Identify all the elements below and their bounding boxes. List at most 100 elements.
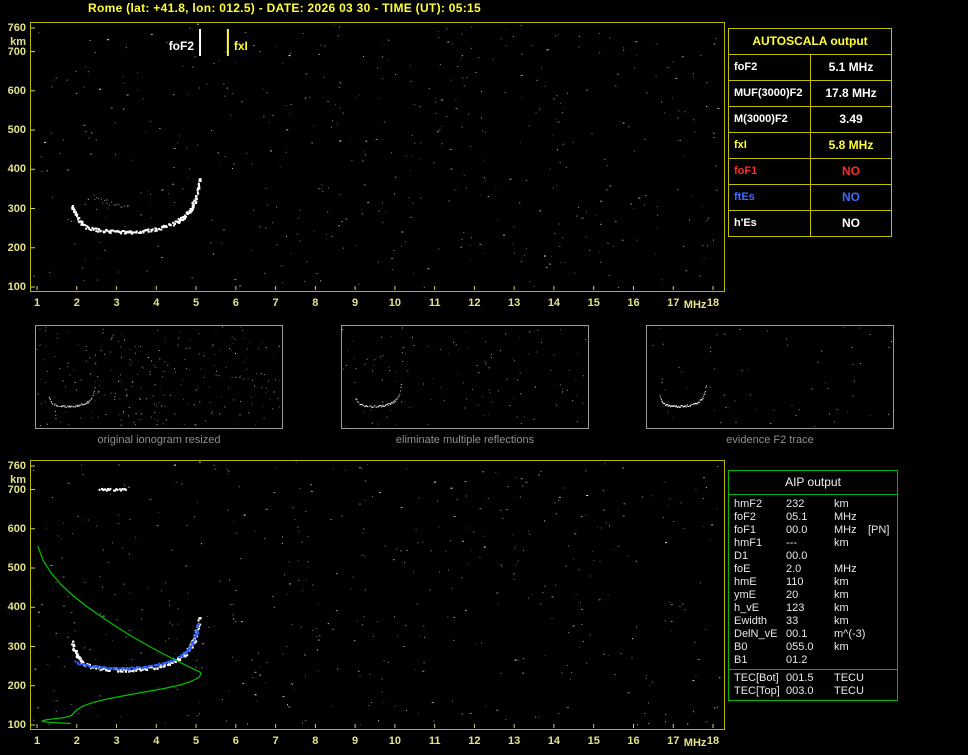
parameter-value: 003.0 [786,685,814,697]
parameter-unit: MHz [834,511,857,523]
autoscala-row: foF2 5.1 MHz [729,55,891,81]
axis-ticks [31,27,714,290]
parameter-label: hmF1 [734,537,763,549]
x-axis-tick-label: 13 [508,297,521,309]
parameter-label: TEC[Bot] [734,672,779,684]
x-axis-tick-label: 12 [468,297,481,309]
aip-row: D1 00.0 [729,550,897,563]
x-axis-tick-label: 6 [232,735,239,747]
autoscala-row: foF1 NO [729,159,891,185]
parameter-value: 00.0 [786,550,808,562]
thumbnail-f2-trace [355,383,402,408]
y-axis-tick-label: 500 [7,562,26,575]
electron-density-profile [37,545,202,724]
parameter-label: B0 [734,641,748,653]
parameter-label: TEC[Top] [734,685,780,697]
parameter-value: 001.5 [786,672,814,684]
thumbnail-caption-reflections: eliminate multiple reflections [395,434,535,446]
autoscala-output-table: AUTOSCALA output foF2 5.1 MHz MUF(3000)F2 1… [728,28,892,237]
x-axis-tick-label: 8 [312,735,319,747]
x-axis-tick-label: 15 [587,735,600,747]
aip-row: h_vE 123 km [729,602,897,615]
y-axis-tick-label: 100 [7,719,26,731]
thumbnail-evidence-f2-trace [646,325,894,429]
parameter-label: MUF(3000)F2 [729,81,811,106]
recorded-ionogram-plot: foF2 fxI [30,22,725,292]
noise-layer [31,461,721,726]
x-axis-tick-label: 9 [352,735,359,747]
autoscala-app-window: Rome (lat: +41.8, lon: 012.5) - DATE: 20… [0,0,968,755]
x-axis-tick-label: 16 [627,735,640,747]
parameter-value: 20 [786,589,799,601]
autoscala-table-title: AUTOSCALA output [729,29,891,55]
parameter-label: hmF2 [734,498,763,510]
station-date-time-title: Rome (lat: +41.8, lon: 012.5) - DATE: 20… [88,1,481,15]
faint-secondary-arc [93,194,129,208]
aip-tec-section: TEC[Bot] 001.5 TECU TEC[Top] 003.0 TECU [729,669,897,700]
thumbnail-f2-trace [48,387,96,408]
y-axis-tick-label: 600 [7,84,26,97]
parameter-unit [834,550,868,563]
x-axis-tick-label: 11 [428,735,441,747]
parameter-label: foE [734,563,751,575]
aip-row: ymE 20 km [729,589,897,602]
parameter-value: 05.1 [786,511,808,523]
autoscala-row: M(3000)F2 3.49 [729,107,891,133]
parameter-unit: MHz [834,563,857,575]
parameter-unit: km [834,615,849,627]
autoscala-row: MUF(3000)F2 17.8 MHz [729,81,891,107]
aip-row: hmF1 --- km [729,537,897,550]
x-axis-tick-label: 7 [272,297,279,309]
x-axis-tick-label: 5 [192,297,200,309]
y-axis-unit-label: km [10,474,26,486]
x-axis-unit-label: MHz [683,299,707,311]
parameter-label: foF1 [729,159,811,184]
thumbnail-canvas [652,326,892,427]
x-axis-tick-label: 15 [587,297,600,309]
x-axis-tick-label: 11 [428,297,441,309]
parameter-value: 01.2 [786,654,808,666]
y-axis-unit-label: km [10,36,26,48]
aip-row: B0 055.0 km [729,641,897,654]
x-axis-tick-label: 1 [33,735,41,747]
x-axis-tick-label: 7 [272,735,279,747]
x-axis-tick-label: 3 [113,735,120,747]
ionogram-canvas: foF2 fxI [31,23,720,290]
parameter-unit: km [834,602,849,614]
x-axis-tick-label: 8 [312,297,319,309]
parameter-unit: TECU [834,685,864,697]
x-axis-tick-label: 2 [73,735,80,747]
aip-table-title: AIP output [729,471,897,495]
bright-artifact-streak [98,487,127,492]
parameter-label: M(3000)F2 [729,107,811,132]
parameter-value: NO [842,216,860,230]
x-axis-tick-label: 10 [388,297,401,309]
parameter-flag: [PN] [868,524,890,536]
thumbnail-original-ionogram [35,325,283,429]
parameter-label: h_vE [734,602,760,614]
parameter-value: NO [842,164,860,178]
aip-row: hmE 110 km [729,576,897,589]
y-axis-tick-label: 500 [7,124,26,137]
thumbnail-eliminate-reflections [341,325,589,429]
parameter-value: 17.8 MHz [825,86,877,100]
x-axis-tick-label: 13 [508,735,521,747]
aip-output-table: AIP output hmF2 232 km foF2 05.1 MHz foF1 00.0 M… [728,470,898,701]
parameter-value: 232 [786,498,805,510]
y-axis-tick-label: 300 [7,640,26,653]
parameter-unit: TECU [834,672,864,684]
parameter-value: 5.1 MHz [828,60,874,74]
y-axis-tick-label: 400 [7,163,26,176]
aip-row: hmF2 232 km [729,498,897,511]
thumbnail-canvas [342,326,586,427]
x-axis-tick-label: 12 [468,735,481,747]
x-axis-tick-label: 14 [547,735,561,747]
parameter-unit: km [834,498,849,510]
parameter-unit: km [834,537,849,549]
thumbnail-canvas [36,326,281,426]
autoscala-row: fxI 5.8 MHz [729,133,891,159]
x-axis-tick-label: 1 [33,297,41,309]
parameter-label: Ewidth [734,615,768,627]
parameter-label: ymE [734,589,756,601]
parameter-unit: m^(-3) [834,628,866,640]
